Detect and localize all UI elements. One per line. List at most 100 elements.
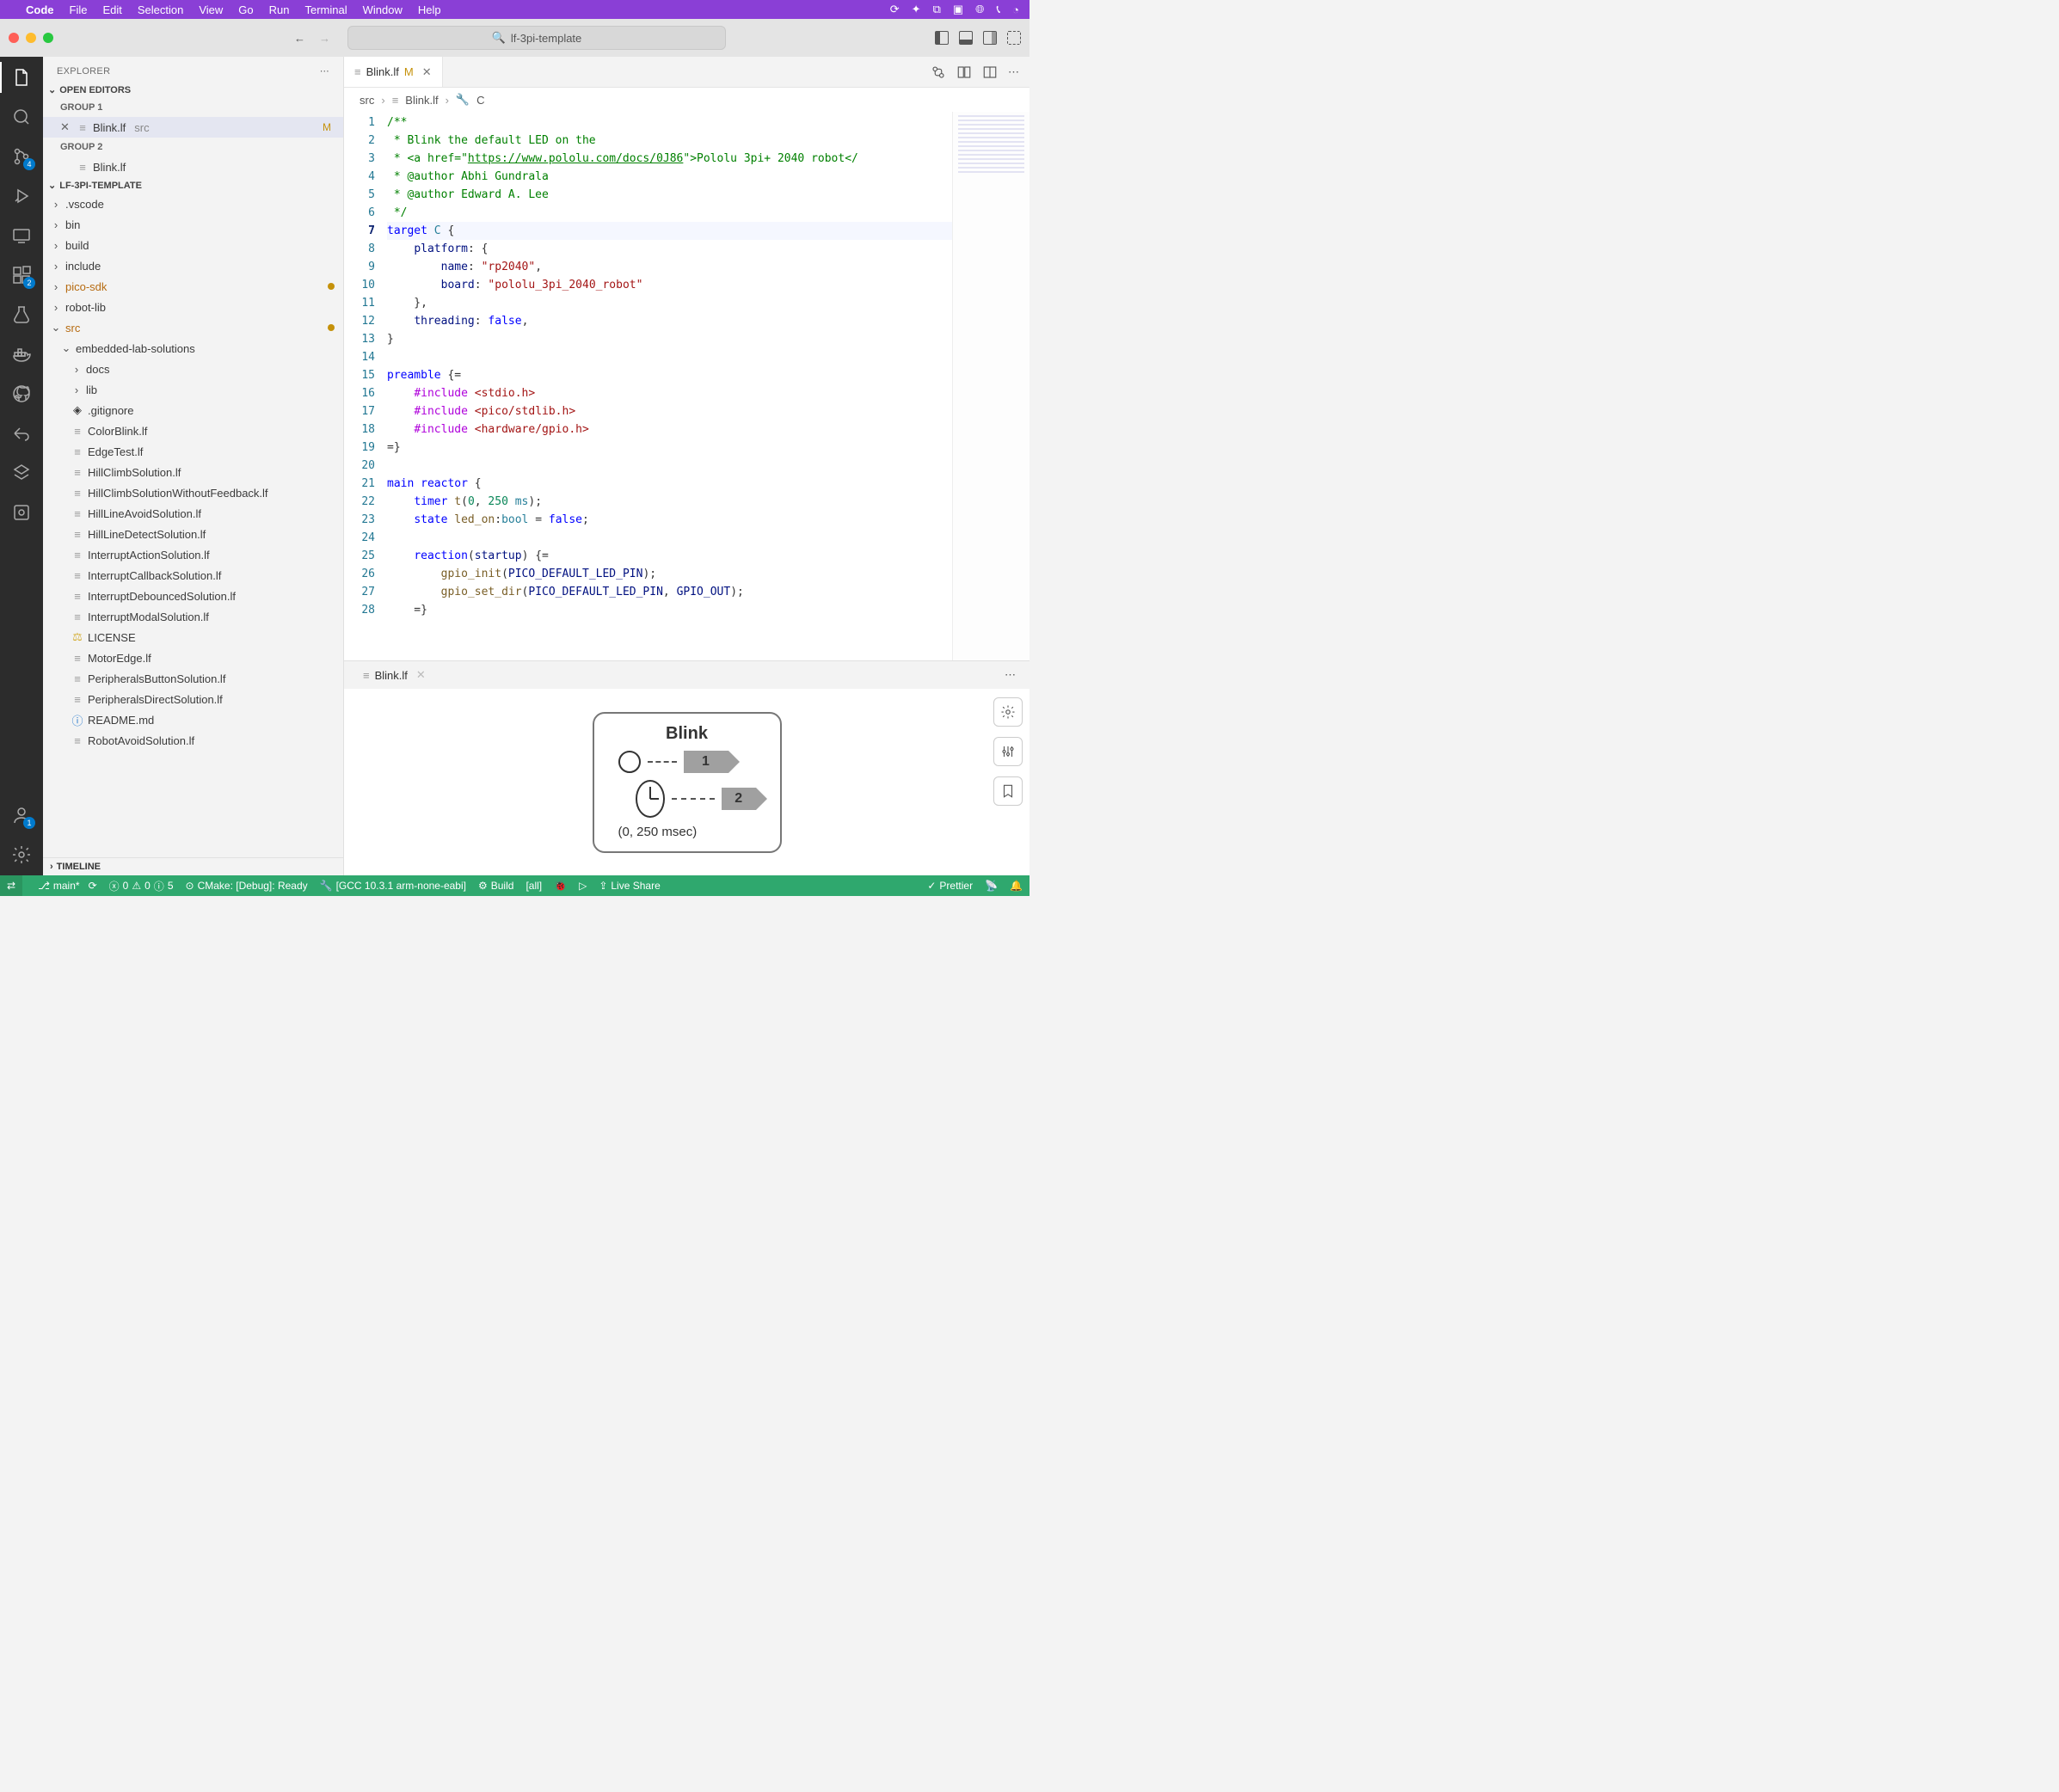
settings-gear-icon[interactable]: [9, 843, 34, 867]
menu-edit[interactable]: Edit: [102, 3, 121, 16]
status-icon[interactable]: ⟳: [890, 3, 900, 16]
remote-indicator[interactable]: ⇄: [0, 875, 22, 896]
cmake-activity-icon[interactable]: [9, 500, 34, 525]
file-interruptmodal[interactable]: ≡InterruptModalSolution.lf: [43, 606, 343, 627]
feedback-icon[interactable]: 📡: [985, 880, 998, 892]
search-activity-icon[interactable]: [9, 105, 34, 129]
more-actions-icon[interactable]: ⋯: [1005, 668, 1016, 682]
problems-indicator[interactable]: ⓧ0 ⚠0 ⓘ5: [109, 879, 174, 893]
folder-lib[interactable]: ›lib: [43, 379, 343, 400]
nav-forward-button[interactable]: →: [319, 32, 330, 45]
close-icon[interactable]: ✕: [60, 120, 72, 134]
command-center[interactable]: 🔍 lf-3pi-template: [347, 26, 726, 50]
toggle-secondary-sidebar-icon[interactable]: [983, 31, 997, 45]
file-license[interactable]: ⚖LICENSE: [43, 627, 343, 647]
toggle-layout-icon[interactable]: [982, 64, 998, 80]
file-colorblink[interactable]: ≡ColorBlink.lf: [43, 420, 343, 441]
build-target[interactable]: [all]: [526, 880, 542, 892]
breadcrumbs[interactable]: src › ≡ Blink.lf › 🔧 C: [344, 88, 1030, 112]
lf-activity-icon[interactable]: [9, 461, 34, 485]
menu-go[interactable]: Go: [238, 3, 253, 16]
liveshare-activity-icon[interactable]: [9, 421, 34, 445]
file-gitignore[interactable]: ◈.gitignore: [43, 400, 343, 420]
file-hillclimbnofb[interactable]: ≡HillClimbSolutionWithoutFeedback.lf: [43, 482, 343, 503]
remote-activity-icon[interactable]: [9, 224, 34, 248]
folder-vscode[interactable]: ›.vscode: [43, 193, 343, 214]
folder-include[interactable]: ›include: [43, 255, 343, 276]
file-hilllinedetect[interactable]: ≡HillLineDetectSolution.lf: [43, 524, 343, 544]
customize-layout-icon[interactable]: [1007, 31, 1021, 45]
folder-docs[interactable]: ›docs: [43, 359, 343, 379]
code-editor[interactable]: 1234567891011121314151617181920212223242…: [344, 112, 1030, 660]
liveshare-button[interactable]: ⇪Live Share: [599, 880, 660, 892]
minimap[interactable]: [952, 112, 1030, 660]
prettier-status[interactable]: ✓Prettier: [927, 880, 973, 892]
open-editor-item[interactable]: ✕ ≡ Blink.lf src M: [43, 117, 343, 138]
github-activity-icon[interactable]: [9, 382, 34, 406]
file-hilllineavoid[interactable]: ≡HillLineAvoidSolution.lf: [43, 503, 343, 524]
cmake-status[interactable]: ⊙CMake: [Debug]: Ready: [186, 880, 308, 892]
open-editor-item[interactable]: ≡ Blink.lf: [43, 156, 343, 177]
kit-status[interactable]: 🔧[GCC 10.3.1 arm-none-eabi]: [320, 880, 466, 892]
notifications-icon[interactable]: 🔔: [1010, 880, 1023, 892]
folder-robot-lib[interactable]: ›robot-lib: [43, 297, 343, 317]
folder-build[interactable]: ›build: [43, 235, 343, 255]
scm-activity-icon[interactable]: 4: [9, 144, 34, 169]
close-tab-icon[interactable]: ✕: [422, 65, 432, 79]
file-readme[interactable]: ⓘREADME.md: [43, 709, 343, 730]
file-motoredge[interactable]: ≡MotorEdge.lf: [43, 647, 343, 668]
file-edgetest[interactable]: ≡EdgeTest.lf: [43, 441, 343, 462]
menu-run[interactable]: Run: [269, 3, 290, 16]
menu-window[interactable]: Window: [363, 3, 403, 16]
app-menu[interactable]: Code: [26, 3, 54, 16]
accounts-icon[interactable]: 1: [9, 803, 34, 827]
phone-icon[interactable]: 📞︎: [997, 3, 1001, 16]
build-button[interactable]: ⚙Build: [478, 880, 513, 892]
file-robotavoid[interactable]: ≡RobotAvoidSolution.lf: [43, 730, 343, 751]
file-interruptcallback[interactable]: ≡InterruptCallbackSolution.lf: [43, 565, 343, 586]
close-window-button[interactable]: [9, 33, 19, 43]
explorer-activity-icon[interactable]: [9, 65, 34, 89]
file-hillclimb[interactable]: ≡HillClimbSolution.lf: [43, 462, 343, 482]
menu-file[interactable]: File: [70, 3, 88, 16]
menu-selection[interactable]: Selection: [138, 3, 183, 16]
split-editor-icon[interactable]: [956, 64, 972, 80]
folder-embedded[interactable]: ⌄embedded-lab-solutions: [43, 338, 343, 359]
more-actions-icon[interactable]: ⋯: [1008, 65, 1019, 79]
file-periphbutton[interactable]: ≡PeripheralsButtonSolution.lf: [43, 668, 343, 689]
status-icon[interactable]: ✦: [912, 3, 921, 16]
open-editors-header[interactable]: ⌄ OPEN EDITORS: [43, 82, 343, 98]
menu-view[interactable]: View: [199, 3, 223, 16]
status-icon[interactable]: ▣: [953, 3, 963, 16]
run-button[interactable]: ▷: [579, 880, 587, 892]
file-interruptaction[interactable]: ≡InterruptActionSolution.lf: [43, 544, 343, 565]
timeline-header[interactable]: › TIMELINE: [43, 857, 343, 875]
globe-icon[interactable]: 🌐︎: [975, 3, 984, 16]
compare-changes-icon[interactable]: [931, 64, 946, 80]
project-header[interactable]: ⌄ LF-3PI-TEMPLATE: [43, 177, 343, 193]
panel-tab-blink[interactable]: ≡ Blink.lf ✕: [353, 668, 436, 682]
file-periphdirect[interactable]: ≡PeripheralsDirectSolution.lf: [43, 689, 343, 709]
diagram-options-button[interactable]: [993, 737, 1023, 766]
minimize-window-button[interactable]: [26, 33, 36, 43]
clock-icon[interactable]: ◔: [1012, 3, 1019, 16]
testing-activity-icon[interactable]: [9, 303, 34, 327]
extensions-activity-icon[interactable]: 2: [9, 263, 34, 287]
editor-tab-blink[interactable]: ≡ Blink.lf M ✕: [344, 57, 443, 87]
docker-activity-icon[interactable]: [9, 342, 34, 366]
explorer-more-icon[interactable]: ⋯: [320, 65, 329, 77]
debug-launch-button[interactable]: 🐞: [554, 880, 567, 892]
toggle-primary-sidebar-icon[interactable]: [935, 31, 949, 45]
menu-help[interactable]: Help: [418, 3, 441, 16]
dropbox-icon[interactable]: ⧉: [933, 3, 941, 16]
git-branch[interactable]: ⎇main*⟳: [38, 880, 97, 892]
folder-bin[interactable]: ›bin: [43, 214, 343, 235]
folder-src[interactable]: ⌄src: [43, 317, 343, 338]
sync-icon[interactable]: ⟳: [89, 880, 97, 892]
maximize-window-button[interactable]: [43, 33, 53, 43]
diagram-settings-button[interactable]: [993, 697, 1023, 727]
menu-terminal[interactable]: Terminal: [305, 3, 347, 16]
file-interruptdebounced[interactable]: ≡InterruptDebouncedSolution.lf: [43, 586, 343, 606]
code-content[interactable]: /** * Blink the default LED on the * <a …: [387, 112, 952, 660]
folder-pico-sdk[interactable]: ›pico-sdk: [43, 276, 343, 297]
